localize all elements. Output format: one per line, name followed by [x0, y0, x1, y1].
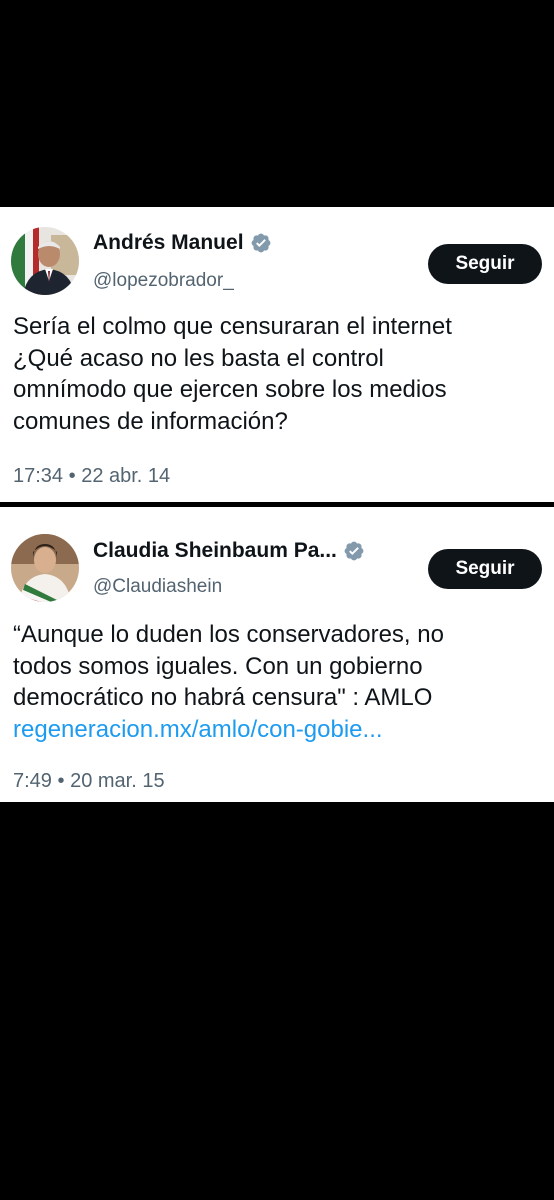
- tweet-date: 22 abr. 14: [81, 465, 171, 487]
- user-handle[interactable]: @lopezobrador_: [93, 270, 234, 292]
- verified-badge-icon: [250, 232, 272, 254]
- tweet-card[interactable]: Claudia Sheinbaum Pa... @Claudiashein Se…: [0, 507, 554, 802]
- tweet-text-line: comunes de información?: [13, 407, 288, 435]
- tweet-text-line: democrático no habrá censura" : AMLO: [13, 684, 433, 711]
- meta-separator: •: [68, 465, 76, 487]
- display-name[interactable]: Claudia Sheinbaum Pa...: [93, 539, 337, 563]
- tweet-text-line: omnímodo que ejercen sobre los medios: [13, 376, 447, 403]
- tweet-text: “Aunque lo duden los conservadores, no t…: [13, 619, 546, 745]
- tweet-time: 7:49: [13, 770, 52, 792]
- follow-button[interactable]: Seguir: [428, 244, 542, 284]
- tweet-text-line: “Aunque lo duden los conservadores, no: [13, 621, 444, 648]
- user-handle[interactable]: @Claudiashein: [93, 576, 222, 598]
- tweet-text-line: Sería el colmo que censuraran el interne…: [13, 313, 452, 340]
- tweet-text-line: ¿Qué acaso no les basta el control: [13, 344, 384, 372]
- tweet-time: 17:34: [13, 465, 64, 487]
- meta-separator: •: [57, 770, 65, 792]
- author-row: Andrés Manuel: [93, 231, 272, 255]
- avatar[interactable]: [11, 534, 79, 602]
- tweet-timestamp[interactable]: 7:49 • 20 mar. 15: [13, 770, 165, 793]
- tweet-link[interactable]: regeneracion.mx/amlo/con-gobie...: [13, 714, 546, 746]
- tweet-text: Sería el colmo que censuraran el interne…: [13, 311, 546, 437]
- tweet-card[interactable]: Andrés Manuel @lopezobrador_ Seguir Serí…: [0, 207, 554, 502]
- display-name[interactable]: Andrés Manuel: [93, 231, 244, 255]
- tweet-text-line: todos somos iguales. Con un gobierno: [13, 652, 423, 680]
- verified-badge-icon: [343, 540, 365, 562]
- author-row: Claudia Sheinbaum Pa...: [93, 539, 365, 563]
- avatar[interactable]: [11, 227, 79, 295]
- tweet-timestamp[interactable]: 17:34 • 22 abr. 14: [13, 465, 170, 488]
- tweet-date: 20 mar. 15: [70, 770, 165, 792]
- follow-button[interactable]: Seguir: [428, 549, 542, 589]
